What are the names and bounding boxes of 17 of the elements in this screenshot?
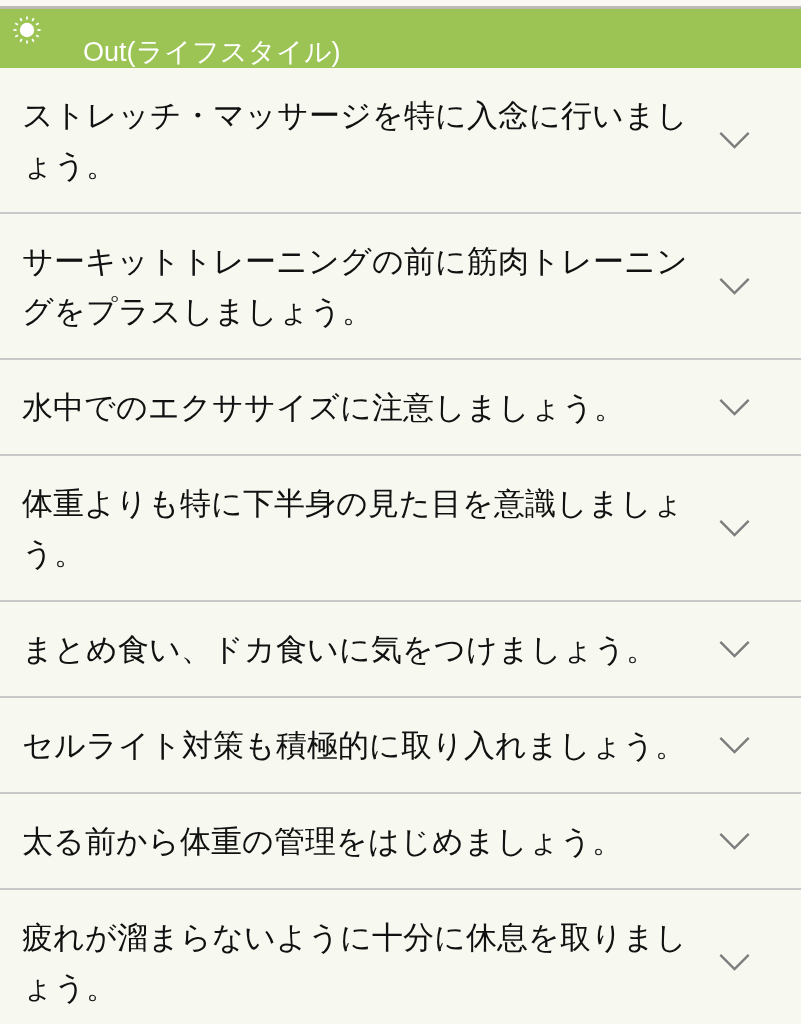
advice-text: 体重よりも特に下半身の見た目を意識しましょう。 <box>22 484 685 573</box>
chevron-down-icon <box>719 640 750 658</box>
chevron-down-icon <box>719 519 750 537</box>
advice-text: 疲れが溜まらないように十分に休息を取りましょう。 <box>22 918 688 1007</box>
advice-text: 太る前から体重の管理をはじめましょう。 <box>22 822 624 861</box>
advice-text: セルライト対策も積極的に取り入れましょう。 <box>22 726 687 765</box>
advice-text: 水中でのエクササイズに注意しましょう。 <box>22 388 626 427</box>
chevron-down-icon <box>719 736 750 754</box>
section-title: Out(ライフスタイル) <box>83 37 341 67</box>
chevron-down-icon <box>719 832 750 850</box>
chevron-down-icon <box>719 131 750 149</box>
chevron-down-icon <box>719 953 750 971</box>
advice-text: まとめ食い、ドカ食いに気をつけましょう。 <box>22 630 658 669</box>
chevron-down-icon <box>719 398 750 416</box>
advice-text: ストレッチ・マッサージを特に入念に行いましょう。 <box>22 96 689 185</box>
chevron-down-icon <box>719 277 750 295</box>
advice-text: サーキットトレーニングの前に筋肉トレーニングをプラスしましょう。 <box>22 242 689 331</box>
